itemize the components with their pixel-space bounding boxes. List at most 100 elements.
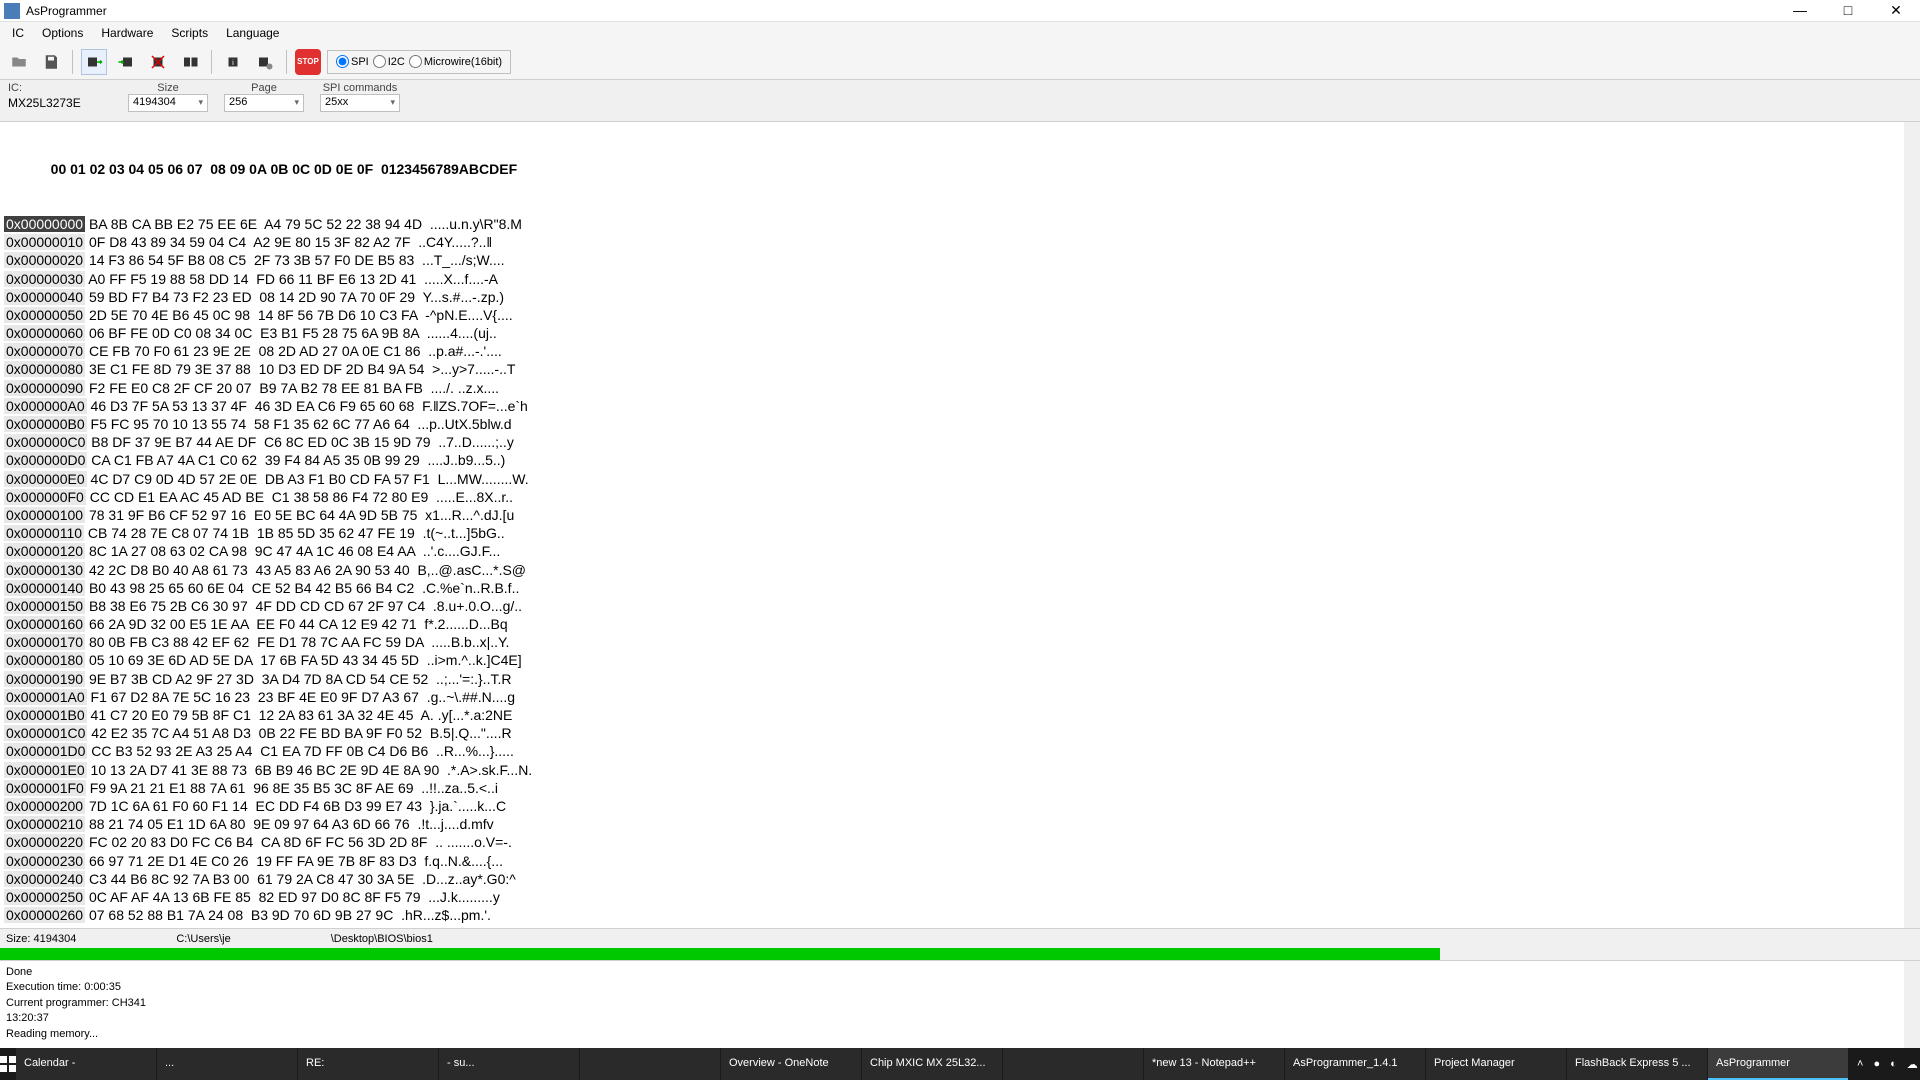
- log-line: Execution time: 0:00:35: [6, 980, 1914, 995]
- hex-row[interactable]: 0x00000180 05 10 69 3E 6D AD 5E DA 17 6B…: [0, 651, 1920, 669]
- hex-row[interactable]: 0x00000030 A0 FF F5 19 88 58 DD 14 FD 66…: [0, 270, 1920, 288]
- hex-row[interactable]: 0x00000020 14 F3 86 54 5F B8 08 C5 2F 73…: [0, 251, 1920, 269]
- hex-row[interactable]: 0x00000140 B0 43 98 25 65 60 6E 04 CE 52…: [0, 579, 1920, 597]
- menu-hardware[interactable]: Hardware: [93, 24, 161, 42]
- verify-ic-button[interactable]: [177, 49, 203, 75]
- vertical-scrollbar[interactable]: [1904, 122, 1920, 928]
- menu-ic[interactable]: IC: [4, 24, 32, 42]
- size-combo[interactable]: 4194304: [128, 94, 208, 112]
- stop-button[interactable]: STOP: [295, 49, 321, 75]
- hex-row[interactable]: 0x00000120 8C 1A 27 08 63 02 CA 98 9C 47…: [0, 542, 1920, 560]
- menu-scripts[interactable]: Scripts: [163, 24, 216, 42]
- taskbar-task[interactable]: [1003, 1048, 1143, 1080]
- system-tray[interactable]: ˄ ● ◐ ☁ ▮ 📶 🔊 ENG 13:21 💬: [1849, 1058, 1920, 1071]
- tray-chevron-icon[interactable]: ˄: [1857, 1058, 1863, 1070]
- erase-ic-button[interactable]: [145, 49, 171, 75]
- hex-row[interactable]: 0x00000240 C3 44 B6 8C 92 7A B3 00 61 79…: [0, 870, 1920, 888]
- read-ic-button[interactable]: [81, 49, 107, 75]
- hex-row[interactable]: 0x00000060 06 BF FE 0D C0 08 34 0C E3 B1…: [0, 324, 1920, 342]
- hex-row[interactable]: 0x00000160 66 2A 9D 32 00 E5 1E AA EE F0…: [0, 615, 1920, 633]
- hex-row[interactable]: 0x00000110 CB 74 28 7E C8 07 74 1B 1B 85…: [0, 524, 1920, 542]
- taskbar-task[interactable]: RE:: [298, 1048, 438, 1080]
- log-line: Reading memory...: [6, 1027, 1914, 1042]
- hex-row[interactable]: 0x000000A0 46 D3 7F 5A 53 13 37 4F 46 3D…: [0, 397, 1920, 415]
- status-path2: \Desktop\BIOS\bios1: [331, 933, 433, 945]
- hex-row[interactable]: 0x00000050 2D 5E 70 4E B6 45 0C 98 14 8F…: [0, 306, 1920, 324]
- taskbar-task[interactable]: AsProgrammer: [1708, 1048, 1848, 1080]
- log-scrollbar[interactable]: [1904, 961, 1920, 1048]
- hex-row[interactable]: 0x00000070 CE FB 70 F0 61 23 9E 2E 08 2D…: [0, 342, 1920, 360]
- taskbar-task[interactable]: - su...: [439, 1048, 579, 1080]
- hex-row[interactable]: 0x000000C0 B8 DF 37 9E B7 44 AE DF C6 8C…: [0, 433, 1920, 451]
- page-combo[interactable]: 256: [224, 94, 304, 112]
- taskbar-task[interactable]: Calendar -: [16, 1048, 156, 1080]
- taskbar-task[interactable]: *new 13 - Notepad++: [1144, 1048, 1284, 1080]
- taskbar-task[interactable]: [580, 1048, 720, 1080]
- hex-row[interactable]: 0x00000190 9E B7 3B CD A2 9F 27 3D 3A D4…: [0, 670, 1920, 688]
- hex-row[interactable]: 0x000001F0 F9 9A 21 21 E1 88 7A 61 96 8E…: [0, 779, 1920, 797]
- ic-value: MX25L3273E: [8, 94, 112, 112]
- ic-label: IC:: [8, 82, 112, 94]
- hex-row[interactable]: 0x000000B0 F5 FC 95 70 10 13 55 74 58 F1…: [0, 415, 1920, 433]
- tray-cloud-icon[interactable]: ☁: [1907, 1058, 1918, 1071]
- taskbar-task[interactable]: ...: [157, 1048, 297, 1080]
- hex-row[interactable]: 0x00000200 7D 1C 6A 61 F0 60 F1 14 EC DD…: [0, 797, 1920, 815]
- hex-row[interactable]: 0x00000130 42 2C D8 B0 40 A8 61 73 43 A5…: [0, 561, 1920, 579]
- hex-row[interactable]: 0x000001E0 10 13 2A D7 41 3E 88 73 6B B9…: [0, 761, 1920, 779]
- hex-editor[interactable]: 00 01 02 03 04 05 06 07 08 09 0A 0B 0C 0…: [0, 122, 1920, 928]
- close-button[interactable]: ✕: [1876, 2, 1916, 19]
- log-panel[interactable]: DoneExecution time: 0:00:35Current progr…: [0, 960, 1920, 1048]
- hex-row[interactable]: 0x00000250 0C AF AF 4A 13 6B FE 85 82 ED…: [0, 888, 1920, 906]
- proto-spi[interactable]: SPI: [336, 55, 369, 68]
- hex-row[interactable]: 0x00000230 66 97 71 2E D1 4E C0 26 19 FF…: [0, 852, 1920, 870]
- chip-info-button[interactable]: i: [220, 49, 246, 75]
- menu-options[interactable]: Options: [34, 24, 91, 42]
- toolbar: i STOP SPI I2C Microwire(16bit): [0, 44, 1920, 80]
- log-line: Current programmer: CH341: [6, 996, 1914, 1011]
- chip-config-button[interactable]: [252, 49, 278, 75]
- status-path1: C:\Users\je: [176, 933, 230, 945]
- menu-language[interactable]: Language: [218, 24, 287, 42]
- open-button[interactable]: [6, 49, 32, 75]
- progress-bar: [0, 948, 1920, 960]
- hex-row[interactable]: 0x00000170 80 0B FB C3 88 42 EF 62 FE D1…: [0, 633, 1920, 651]
- hex-row[interactable]: 0x00000080 3E C1 FE 8D 79 3E 37 88 10 D3…: [0, 360, 1920, 378]
- hex-row[interactable]: 0x000000F0 CC CD E1 EA AC 45 AD BE C1 38…: [0, 488, 1920, 506]
- proto-i2c[interactable]: I2C: [373, 55, 405, 68]
- hex-row[interactable]: 0x00000220 FC 02 20 83 D0 FC C6 B4 CA 8D…: [0, 833, 1920, 851]
- taskbar-task[interactable]: AsProgrammer_1.4.1: [1285, 1048, 1425, 1080]
- taskbar-task[interactable]: Chip MXIC MX 25L32...: [862, 1048, 1002, 1080]
- spicmd-combo[interactable]: 25xx: [320, 94, 400, 112]
- save-button[interactable]: [38, 49, 64, 75]
- hex-row[interactable]: 0x00000090 F2 FE E0 C8 2F CF 20 07 B9 7A…: [0, 379, 1920, 397]
- hex-row[interactable]: 0x00000210 88 21 74 05 E1 1D 6A 80 9E 09…: [0, 815, 1920, 833]
- app-icon: [4, 3, 20, 19]
- hex-row[interactable]: 0x000001B0 41 C7 20 E0 79 5B 8F C1 12 2A…: [0, 706, 1920, 724]
- hex-row[interactable]: 0x000001C0 42 E2 35 7C A4 51 A8 D3 0B 22…: [0, 724, 1920, 742]
- taskbar-task[interactable]: Overview - OneNote: [721, 1048, 861, 1080]
- hex-row[interactable]: 0x00000100 78 31 9F B6 CF 52 97 16 E0 5E…: [0, 506, 1920, 524]
- tray-icon[interactable]: ●: [1873, 1058, 1880, 1070]
- hex-row[interactable]: 0x000000E0 4C D7 C9 0D 4D 57 2E 0E DB A3…: [0, 470, 1920, 488]
- log-line: 13:20:37: [6, 1011, 1914, 1026]
- maximize-button[interactable]: □: [1828, 2, 1868, 19]
- hex-row[interactable]: 0x00000010 0F D8 43 89 34 59 04 C4 A2 9E…: [0, 233, 1920, 251]
- hex-row[interactable]: 0x00000040 59 BD F7 B4 73 F2 23 ED 08 14…: [0, 288, 1920, 306]
- hex-row[interactable]: 0x00000000 BA 8B CA BB E2 75 EE 6E A4 79…: [0, 215, 1920, 233]
- hex-row[interactable]: 0x00000150 B8 38 E6 75 2B C6 30 97 4F DD…: [0, 597, 1920, 615]
- taskbar: Calendar - ...RE:- su... Overview - OneNo…: [0, 1048, 1920, 1080]
- hex-row[interactable]: 0x000001D0 CC B3 52 93 2E A3 25 A4 C1 EA…: [0, 742, 1920, 760]
- hex-row[interactable]: 0x000000D0 CA C1 FB A7 4A C1 C0 62 39 F4…: [0, 451, 1920, 469]
- menubar: IC Options Hardware Scripts Language: [0, 22, 1920, 44]
- taskbar-task[interactable]: Project Manager: [1426, 1048, 1566, 1080]
- start-button[interactable]: [0, 1048, 16, 1080]
- hex-row[interactable]: 0x000001A0 F1 67 D2 8A 7E 5C 16 23 23 BF…: [0, 688, 1920, 706]
- hex-row[interactable]: 0x00000260 07 68 52 88 B1 7A 24 08 B3 9D…: [0, 906, 1920, 924]
- minimize-button[interactable]: —: [1780, 2, 1820, 19]
- spicmd-label: SPI commands: [320, 82, 400, 94]
- proto-microwire[interactable]: Microwire(16bit): [409, 55, 502, 68]
- protocol-group: SPI I2C Microwire(16bit): [327, 50, 511, 74]
- write-ic-button[interactable]: [113, 49, 139, 75]
- taskbar-task[interactable]: FlashBack Express 5 ...: [1567, 1048, 1707, 1080]
- tray-icon[interactable]: ◐: [1890, 1058, 1897, 1070]
